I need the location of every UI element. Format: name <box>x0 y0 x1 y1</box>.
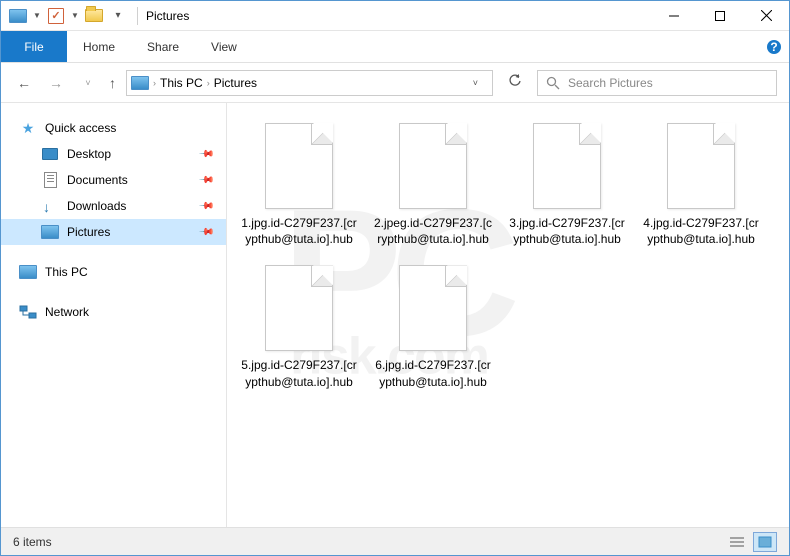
item-count: 6 items <box>13 535 52 549</box>
file-item[interactable]: 5.jpg.id-C279F237.[crypthub@tuta.io].hub <box>237 265 361 389</box>
navigation-bar: ← → ˅ ↑ › This PC › Pictures ˅ Search Pi… <box>1 63 789 103</box>
qat-checkbox[interactable]: ✓ <box>45 5 67 27</box>
address-bar[interactable]: › This PC › Pictures ˅ <box>126 70 493 96</box>
file-icon <box>399 265 467 351</box>
document-icon <box>41 171 59 189</box>
sidebar-network[interactable]: Network <box>1 299 226 325</box>
ribbon: File Home Share View ? <box>1 31 789 63</box>
chevron-right-icon: › <box>153 78 156 88</box>
window-title: Pictures <box>146 9 189 23</box>
sidebar-downloads[interactable]: Downloads📌 <box>1 193 226 219</box>
tab-share[interactable]: Share <box>131 31 195 62</box>
refresh-button[interactable] <box>503 74 527 91</box>
file-icon <box>265 123 333 209</box>
sidebar-desktop[interactable]: Desktop📌 <box>1 141 226 167</box>
file-icon <box>265 265 333 351</box>
star-icon: ★ <box>19 119 37 137</box>
file-icon <box>667 123 735 209</box>
breadcrumb-this-pc[interactable]: This PC <box>160 76 203 90</box>
search-placeholder: Search Pictures <box>568 76 653 90</box>
breadcrumb-pictures[interactable]: Pictures <box>214 76 257 90</box>
address-dropdown[interactable]: ˅ <box>463 78 488 88</box>
pin-icon: 📌 <box>197 224 214 241</box>
quick-access-toolbar: ▼ ✓ ▼ ▾ <box>1 5 129 27</box>
chevron-right-icon: › <box>207 78 210 88</box>
file-name: 1.jpg.id-C279F237.[crypthub@tuta.io].hub <box>237 215 361 247</box>
sidebar-documents[interactable]: Documents📌 <box>1 167 226 193</box>
forward-button[interactable]: → <box>45 75 67 91</box>
pin-icon: 📌 <box>197 198 214 215</box>
view-buttons <box>725 532 777 552</box>
file-name: 3.jpg.id-C279F237.[crypthub@tuta.io].hub <box>505 215 629 247</box>
details-view-button[interactable] <box>725 532 749 552</box>
minimize-button[interactable] <box>651 1 697 31</box>
pin-icon: 📌 <box>197 146 214 163</box>
computer-icon <box>19 263 37 281</box>
help-icon[interactable]: ? <box>759 31 789 62</box>
pictures-icon <box>41 223 59 241</box>
qat-dropdown-2[interactable]: ▼ <box>69 5 81 27</box>
statusbar: 6 items <box>1 527 789 555</box>
pin-icon: 📌 <box>197 172 214 189</box>
back-button[interactable]: ← <box>13 75 35 91</box>
file-name: 6.jpg.id-C279F237.[crypthub@tuta.io].hub <box>371 357 495 389</box>
titlebar: ▼ ✓ ▼ ▾ Pictures <box>1 1 789 31</box>
title-separator <box>137 7 138 25</box>
history-dropdown[interactable]: ˅ <box>77 78 99 88</box>
sidebar: ★Quick access Desktop📌 Documents📌 Downlo… <box>1 103 227 527</box>
file-icon <box>399 123 467 209</box>
close-button[interactable] <box>743 1 789 31</box>
file-name: 5.jpg.id-C279F237.[crypthub@tuta.io].hub <box>237 357 361 389</box>
qat-dropdown-1[interactable]: ▼ <box>31 5 43 27</box>
svg-text:?: ? <box>770 40 777 54</box>
qat-overflow[interactable]: ▾ <box>107 5 129 27</box>
file-name: 2.jpeg.id-C279F237.[crypthub@tuta.io].hu… <box>371 215 495 247</box>
body: ★Quick access Desktop📌 Documents📌 Downlo… <box>1 103 789 527</box>
maximize-button[interactable] <box>697 1 743 31</box>
file-item[interactable]: 2.jpeg.id-C279F237.[crypthub@tuta.io].hu… <box>371 123 495 247</box>
download-icon <box>41 197 59 215</box>
up-button[interactable]: ↑ <box>109 75 116 91</box>
sidebar-this-pc[interactable]: This PC <box>1 259 226 285</box>
sidebar-quick-access[interactable]: ★Quick access <box>1 115 226 141</box>
file-icon <box>533 123 601 209</box>
qat-properties[interactable] <box>7 5 29 27</box>
tab-view[interactable]: View <box>195 31 253 62</box>
search-box[interactable]: Search Pictures <box>537 70 777 96</box>
sidebar-pictures[interactable]: Pictures📌 <box>1 219 226 245</box>
tab-file[interactable]: File <box>1 31 67 62</box>
location-icon <box>131 76 149 90</box>
qat-folder[interactable] <box>83 5 105 27</box>
file-item[interactable]: 6.jpg.id-C279F237.[crypthub@tuta.io].hub <box>371 265 495 389</box>
window-controls <box>651 1 789 31</box>
file-name: 4.jpg.id-C279F237.[crypthub@tuta.io].hub <box>639 215 763 247</box>
network-icon <box>19 303 37 321</box>
file-list[interactable]: 1.jpg.id-C279F237.[crypthub@tuta.io].hub… <box>227 103 789 527</box>
file-item[interactable]: 4.jpg.id-C279F237.[crypthub@tuta.io].hub <box>639 123 763 247</box>
desktop-icon <box>41 145 59 163</box>
icons-view-button[interactable] <box>753 532 777 552</box>
file-item[interactable]: 1.jpg.id-C279F237.[crypthub@tuta.io].hub <box>237 123 361 247</box>
search-icon <box>546 76 560 90</box>
file-item[interactable]: 3.jpg.id-C279F237.[crypthub@tuta.io].hub <box>505 123 629 247</box>
tab-home[interactable]: Home <box>67 31 131 62</box>
